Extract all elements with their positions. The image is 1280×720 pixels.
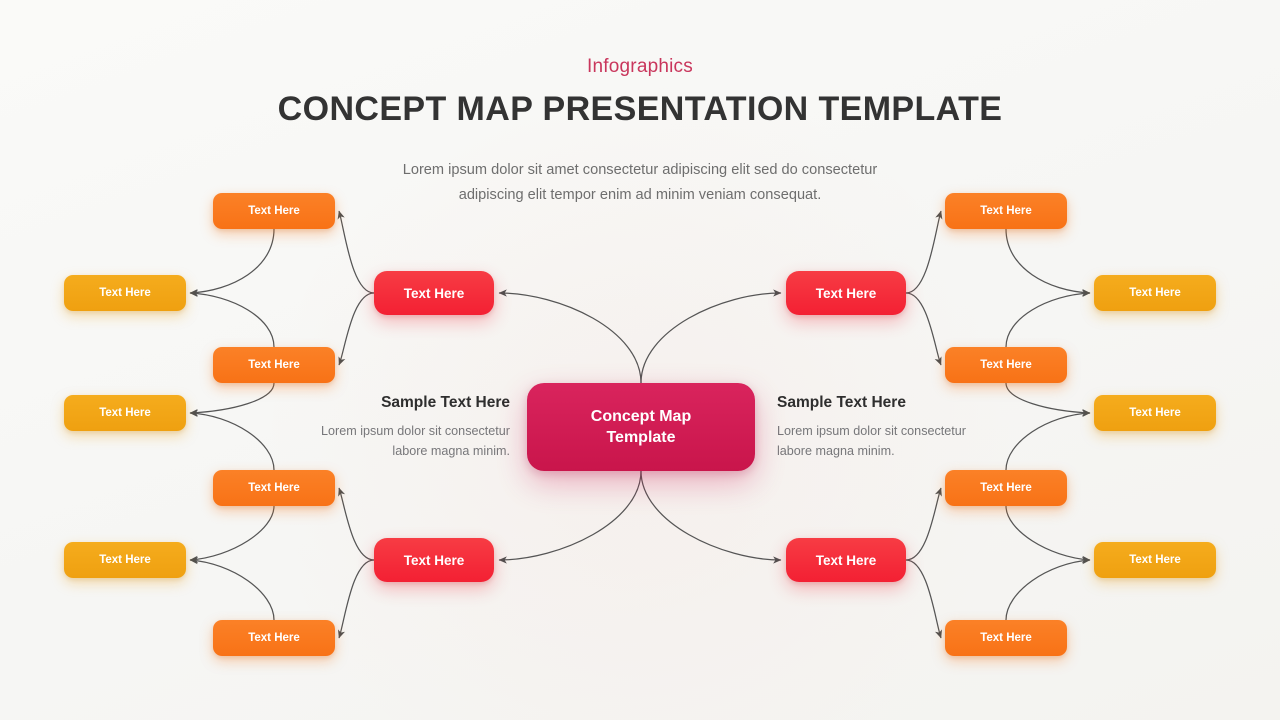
side-right-body: Lorem ipsum dolor sit consectetur labore… [777, 424, 966, 458]
slide-canvas: Infographics CONCEPT MAP PRESENTATION TE… [0, 0, 1280, 720]
center-node-label-line1: Concept Map [590, 408, 692, 425]
node-orange-bottom-left-lower[interactable]: Text Here [213, 620, 335, 656]
node-label: Text Here [99, 407, 151, 419]
side-left-body: Lorem ipsum dolor sit consectetur labore… [321, 424, 510, 458]
node-label: Text Here [1129, 407, 1181, 419]
node-amber-top-right-upper[interactable]: Text Here [1094, 275, 1216, 311]
page-title: CONCEPT MAP PRESENTATION TEMPLATE [277, 90, 1003, 128]
node-red-bottom-right[interactable]: Text Here [786, 538, 906, 582]
node-red-top-left[interactable]: Text Here [374, 271, 494, 315]
node-amber-top-left-upper[interactable]: Text Here [64, 275, 186, 311]
page-subtitle: Lorem ipsum dolor sit amet consectetur a… [402, 162, 878, 203]
node-label: Text Here [99, 554, 151, 566]
node-amber-bottom-right-upper[interactable]: Text Here [1094, 542, 1216, 578]
node-label: Text Here [248, 482, 300, 494]
node-label: Text Here [1129, 287, 1181, 299]
node-label: Text Here [1129, 554, 1181, 566]
node-orange-bottom-left-upper[interactable]: Text Here [213, 470, 335, 506]
node-amber-bottom-left-upper[interactable]: Text Here [64, 542, 186, 578]
node-label: Text Here [815, 552, 877, 568]
node-label: Text Here [403, 552, 465, 568]
node-label: Text Here [980, 359, 1032, 371]
node-label: Text Here [980, 205, 1032, 217]
node-label: Text Here [980, 482, 1032, 494]
node-amber-top-left-lower[interactable]: Text Here [64, 395, 186, 431]
node-red-top-right[interactable]: Text Here [786, 271, 906, 315]
node-label: Text Here [248, 632, 300, 644]
node-label: Text Here [815, 285, 877, 301]
node-orange-top-right-upper[interactable]: Text Here [945, 193, 1067, 229]
node-label: Text Here [248, 359, 300, 371]
kicker-label: Infographics [587, 56, 693, 77]
node-label: Text Here [248, 205, 300, 217]
node-orange-top-right-lower[interactable]: Text Here [945, 347, 1067, 383]
node-label: Text Here [99, 287, 151, 299]
node-amber-top-right-lower[interactable]: Text Here [1094, 395, 1216, 431]
node-label: Text Here [403, 285, 465, 301]
side-description-right: Sample Text Here Lorem ipsum dolor sit c… [777, 394, 995, 461]
node-label: Text Here [980, 632, 1032, 644]
side-description-left: Sample Text Here Lorem ipsum dolor sit c… [292, 394, 510, 461]
node-orange-bottom-right-upper[interactable]: Text Here [945, 470, 1067, 506]
center-node-concept-map-template[interactable]: Concept Map Template [527, 383, 755, 471]
node-red-bottom-left[interactable]: Text Here [374, 538, 494, 582]
center-node-label-line2: Template [606, 429, 676, 446]
side-right-title: Sample Text Here [777, 394, 906, 411]
node-orange-bottom-right-lower[interactable]: Text Here [945, 620, 1067, 656]
side-left-title: Sample Text Here [381, 394, 510, 411]
node-orange-top-left-lower[interactable]: Text Here [213, 347, 335, 383]
node-orange-top-left-upper[interactable]: Text Here [213, 193, 335, 229]
